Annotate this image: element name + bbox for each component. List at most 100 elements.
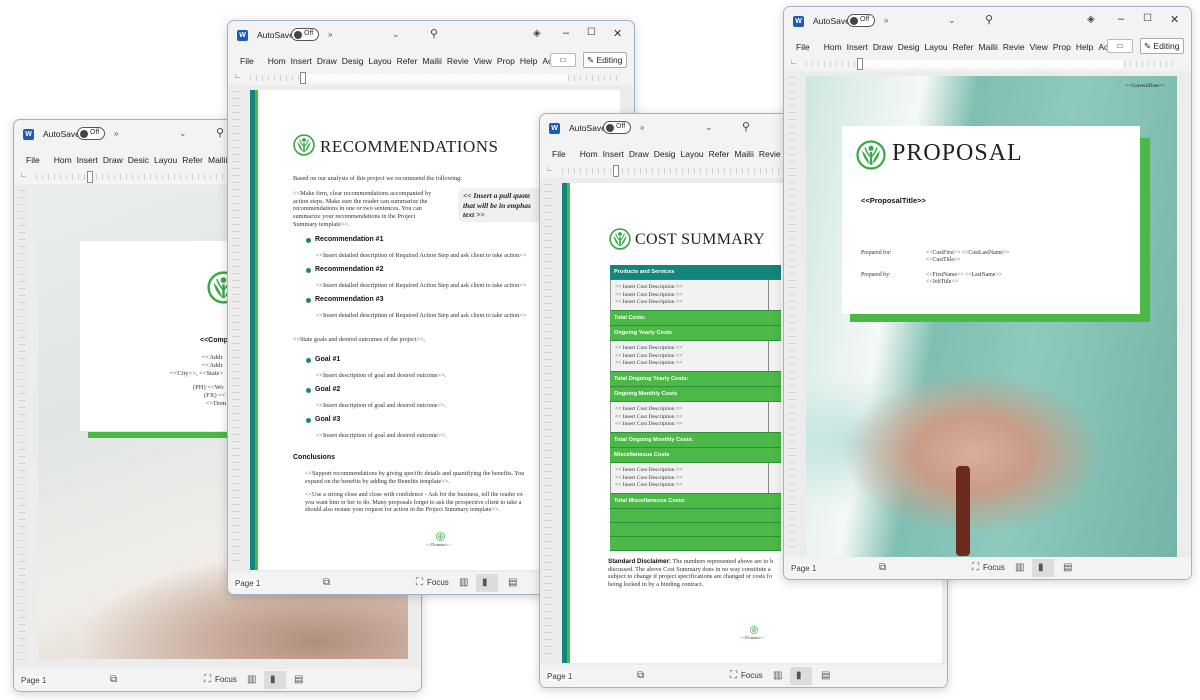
accessibility-icon[interactable]: ⧉ bbox=[110, 674, 117, 685]
autosave-toggle[interactable]: Off bbox=[847, 14, 875, 27]
ribbon-tab-layout[interactable]: Layou bbox=[681, 149, 704, 159]
minimize-button[interactable]: – bbox=[1118, 13, 1124, 25]
read-mode-icon[interactable]: ▥ bbox=[1015, 562, 1024, 573]
ribbon-tab-references[interactable]: Refer bbox=[397, 56, 418, 66]
horizontal-ruler[interactable]: ∟ bbox=[784, 57, 1191, 71]
ribbon-tab-references[interactable]: Refer bbox=[182, 155, 203, 165]
ribbon-tab-insert[interactable]: Insert bbox=[847, 42, 868, 52]
indent-marker[interactable] bbox=[613, 165, 619, 177]
ribbon-tab-design[interactable]: Desig bbox=[898, 42, 920, 52]
ribbon-tab-mailings[interactable]: Mailii bbox=[734, 149, 753, 159]
read-mode-icon[interactable]: ▥ bbox=[773, 670, 782, 681]
ribbon-tab-file[interactable]: File bbox=[240, 56, 254, 66]
tab-selector[interactable]: ∟ bbox=[790, 59, 797, 66]
page-indicator[interactable]: Page 1 bbox=[547, 672, 573, 681]
accessibility-icon[interactable]: ⧉ bbox=[879, 562, 886, 573]
more-commands-icon[interactable]: » bbox=[884, 16, 888, 25]
search-icon[interactable]: ⚲ bbox=[430, 27, 438, 40]
focus-label[interactable]: Focus bbox=[215, 675, 237, 684]
ribbon-tab-review[interactable]: Revie bbox=[759, 149, 781, 159]
ribbon-tab-help[interactable]: Help bbox=[1076, 42, 1093, 52]
ribbon-tab-references[interactable]: Refer bbox=[953, 42, 974, 52]
accessibility-icon[interactable]: ⧉ bbox=[637, 670, 644, 681]
comments-button[interactable]: ▭ bbox=[550, 53, 576, 67]
chevron-down-icon[interactable]: ⌄ bbox=[179, 128, 187, 139]
ribbon-tab-mailings[interactable]: Mailii bbox=[978, 42, 997, 52]
indent-marker[interactable] bbox=[857, 58, 863, 70]
tab-selector[interactable]: ∟ bbox=[234, 73, 241, 80]
search-icon[interactable]: ⚲ bbox=[742, 120, 750, 133]
ribbon-tab-mailings[interactable]: Mailii bbox=[208, 155, 227, 165]
web-layout-icon[interactable]: ▤ bbox=[508, 577, 517, 588]
premium-diamond-icon[interactable]: ◈ bbox=[533, 28, 541, 39]
ribbon-tab-view[interactable]: View bbox=[1030, 42, 1048, 52]
ribbon-tab-draw[interactable]: Draw bbox=[317, 56, 337, 66]
ribbon-tab-layout[interactable]: Layou bbox=[369, 56, 392, 66]
ribbon-tab-insert[interactable]: Insert bbox=[291, 56, 312, 66]
more-commands-icon[interactable]: » bbox=[328, 30, 332, 39]
premium-diamond-icon[interactable]: ◈ bbox=[1087, 14, 1095, 25]
autosave-toggle[interactable]: Off bbox=[291, 28, 319, 41]
page-indicator[interactable]: Page 1 bbox=[791, 564, 817, 573]
focus-label[interactable]: Focus bbox=[983, 563, 1005, 572]
editing-mode-button[interactable]: ✎ Editing bbox=[1140, 38, 1184, 54]
focus-icon[interactable]: ⛶ bbox=[204, 674, 211, 685]
page-indicator[interactable]: Page 1 bbox=[235, 579, 261, 588]
comments-button[interactable]: ▭ bbox=[1107, 39, 1133, 53]
web-layout-icon[interactable]: ▤ bbox=[294, 674, 303, 685]
autosave-toggle[interactable]: Off bbox=[77, 127, 105, 140]
maximize-button[interactable]: ☐ bbox=[1143, 13, 1152, 24]
document-area[interactable]: <<CurrentDate>> PROPOSAL <<ProposalTitle… bbox=[784, 71, 1191, 557]
indent-marker[interactable] bbox=[87, 171, 93, 183]
tab-selector[interactable]: ∟ bbox=[20, 172, 27, 179]
ribbon-tab-review[interactable]: Revie bbox=[447, 56, 469, 66]
ribbon-tab-home[interactable]: Hom bbox=[580, 149, 598, 159]
indent-marker[interactable] bbox=[300, 72, 306, 84]
focus-label[interactable]: Focus bbox=[741, 671, 763, 680]
ribbon-tab-help[interactable]: Help bbox=[520, 56, 537, 66]
autosave-toggle[interactable]: Off bbox=[603, 121, 631, 134]
ribbon-tab-review[interactable]: Revie bbox=[1003, 42, 1025, 52]
read-mode-icon[interactable]: ▥ bbox=[247, 674, 256, 685]
ribbon-tab-file[interactable]: File bbox=[796, 42, 810, 52]
chevron-down-icon[interactable]: ⌄ bbox=[705, 122, 713, 133]
more-commands-icon[interactable]: » bbox=[640, 123, 644, 132]
ribbon-tab-insert[interactable]: Insert bbox=[77, 155, 98, 165]
ribbon-tab-home[interactable]: Hom bbox=[824, 42, 842, 52]
ribbon-tab-view[interactable]: View bbox=[474, 56, 492, 66]
ribbon-tab-properties[interactable]: Prop bbox=[497, 56, 515, 66]
chevron-down-icon[interactable]: ⌄ bbox=[948, 15, 956, 26]
horizontal-ruler[interactable]: ∟ bbox=[228, 71, 634, 85]
ribbon-tab-layout[interactable]: Layou bbox=[925, 42, 948, 52]
focus-icon[interactable]: ⛶ bbox=[416, 577, 423, 588]
close-button[interactable]: ✕ bbox=[613, 27, 622, 40]
ribbon-tab-references[interactable]: Refer bbox=[709, 149, 730, 159]
print-layout-icon[interactable]: ▮ bbox=[1038, 562, 1044, 573]
tab-selector[interactable]: ∟ bbox=[546, 166, 553, 173]
more-commands-icon[interactable]: » bbox=[114, 129, 118, 138]
page-indicator[interactable]: Page 1 bbox=[21, 676, 47, 685]
print-layout-icon[interactable]: ▮ bbox=[482, 577, 488, 588]
ribbon-tab-file[interactable]: File bbox=[552, 149, 566, 159]
ribbon-tab-design[interactable]: Desic bbox=[128, 155, 149, 165]
minimize-button[interactable]: – bbox=[563, 27, 569, 39]
ribbon-tab-draw[interactable]: Draw bbox=[103, 155, 123, 165]
web-layout-icon[interactable]: ▤ bbox=[1063, 562, 1072, 573]
ribbon-tab-design[interactable]: Desig bbox=[654, 149, 676, 159]
web-layout-icon[interactable]: ▤ bbox=[821, 670, 830, 681]
print-layout-icon[interactable]: ▮ bbox=[270, 674, 276, 685]
focus-icon[interactable]: ⛶ bbox=[972, 562, 979, 573]
ribbon-tab-draw[interactable]: Draw bbox=[629, 149, 649, 159]
ribbon-tab-mailings[interactable]: Mailii bbox=[422, 56, 441, 66]
ribbon-tab-properties[interactable]: Prop bbox=[1053, 42, 1071, 52]
ribbon-tab-insert[interactable]: Insert bbox=[603, 149, 624, 159]
focus-icon[interactable]: ⛶ bbox=[730, 670, 737, 681]
ribbon-tab-home[interactable]: Hom bbox=[268, 56, 286, 66]
chevron-down-icon[interactable]: ⌄ bbox=[392, 29, 400, 40]
ribbon-tab-design[interactable]: Desig bbox=[342, 56, 364, 66]
print-layout-icon[interactable]: ▮ bbox=[796, 670, 802, 681]
maximize-button[interactable]: ☐ bbox=[587, 27, 596, 38]
editing-mode-button[interactable]: ✎ Editing bbox=[583, 52, 627, 68]
read-mode-icon[interactable]: ▥ bbox=[459, 577, 468, 588]
search-icon[interactable]: ⚲ bbox=[216, 126, 224, 139]
